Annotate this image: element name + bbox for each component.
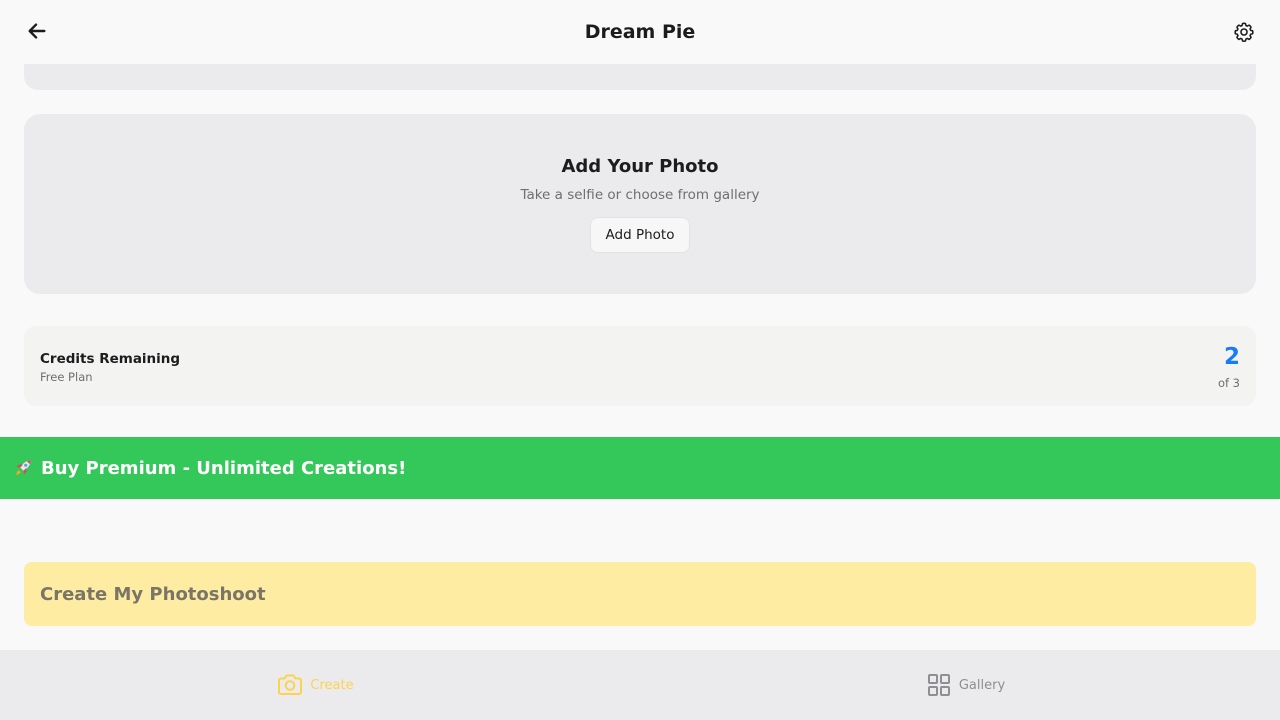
tab-gallery-label: Gallery <box>958 677 1006 693</box>
arrow-left-icon <box>28 23 46 39</box>
app-root: Dream Pie Add Your Photo Take a selfie o… <box>0 0 1280 720</box>
add-photo-title: Add Your Photo <box>561 156 719 177</box>
camera-icon <box>276 671 304 699</box>
header: Dream Pie <box>0 0 1280 64</box>
plan-label: Free Plan <box>40 370 93 384</box>
create-photoshoot-label: Create My Photoshoot <box>40 583 266 605</box>
rocket-icon <box>12 457 34 479</box>
tab-create[interactable]: Create <box>0 650 640 720</box>
add-photo-card: Add Your Photo Take a selfie or choose f… <box>24 114 1256 294</box>
credits-count: 2 <box>1223 344 1240 370</box>
credits-label: Credits Remaining <box>40 351 181 367</box>
settings-button[interactable] <box>1232 20 1256 44</box>
credits-card: Credits Remaining Free Plan 2 of 3 <box>24 326 1256 406</box>
back-button[interactable] <box>24 18 50 44</box>
buy-premium-label: Buy Premium - Unlimited Creations! <box>41 457 407 479</box>
grid-icon <box>925 671 953 699</box>
page-title: Dream Pie <box>584 21 696 43</box>
tab-gallery[interactable]: Gallery <box>640 650 1280 720</box>
add-photo-subtitle: Take a selfie or choose from gallery <box>520 187 760 203</box>
tab-bar: Create Gallery <box>0 650 1280 720</box>
create-photoshoot-button[interactable]: Create My Photoshoot <box>24 562 1256 626</box>
gear-icon <box>1234 22 1254 43</box>
buy-premium-button[interactable]: Buy Premium - Unlimited Creations! <box>0 437 1280 499</box>
add-photo-button[interactable]: Add Photo <box>590 217 690 253</box>
tab-create-label: Create <box>310 677 354 693</box>
credits-total: of 3 <box>1217 376 1240 390</box>
